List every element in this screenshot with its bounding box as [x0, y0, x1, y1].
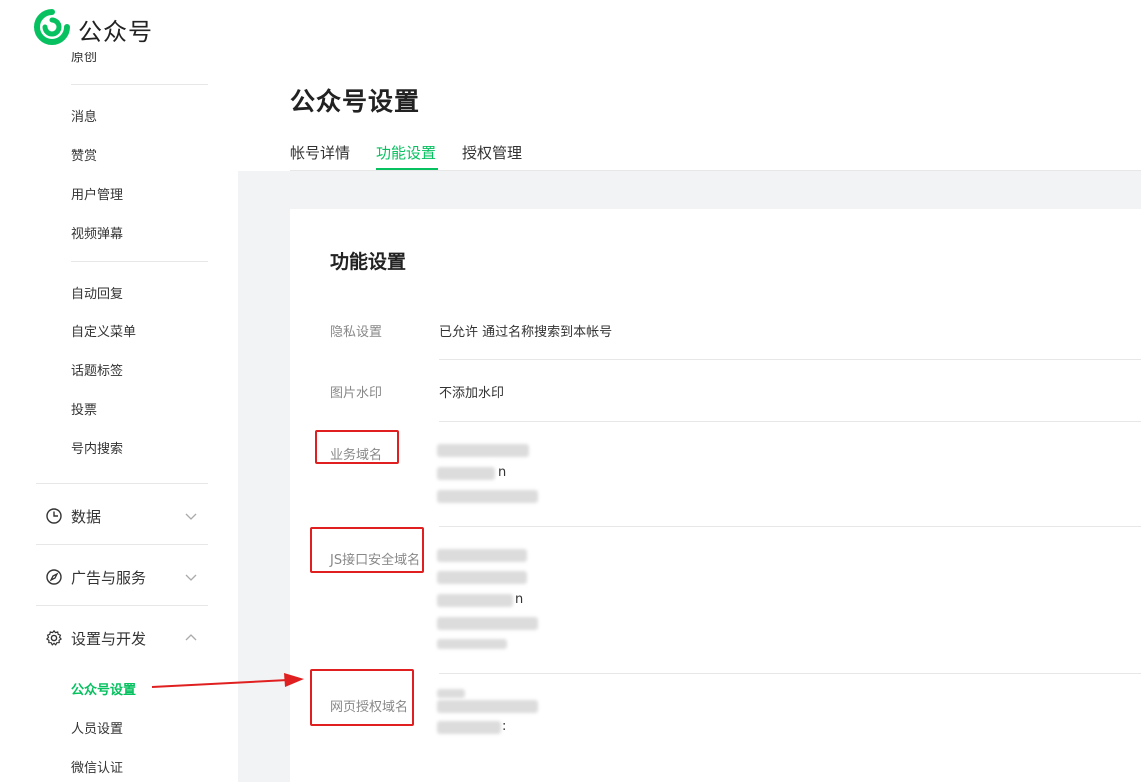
- sidebar-divider: [36, 544, 208, 545]
- sidebar-item-vote[interactable]: 投票: [71, 399, 97, 418]
- gear-icon: [45, 629, 63, 646]
- sidebar-item-original[interactable]: 原创: [71, 52, 97, 65]
- sidebar-item-in-account-search[interactable]: 号内搜索: [71, 438, 123, 457]
- redacted-domain: [437, 689, 465, 698]
- sidebar-divider: [36, 483, 208, 484]
- redacted-domain: [437, 700, 538, 713]
- tab-account-details[interactable]: 帐号详情: [290, 142, 350, 163]
- sidebar-item-staff-settings[interactable]: 人员设置: [71, 718, 123, 737]
- sidebar-group-label: 广告与服务: [71, 569, 147, 587]
- domain-fragment: :: [502, 719, 507, 734]
- row-divider: [439, 526, 1141, 527]
- feature-settings-panel: 功能设置 隐私设置 已允许 通过名称搜索到本帐号 图片水印 不添加水印 业务域名…: [290, 209, 1141, 782]
- domain-fragment: n: [515, 592, 524, 607]
- tab-authorization-management[interactable]: 授权管理: [462, 142, 522, 163]
- redacted-domain: [437, 594, 513, 607]
- redacted-domain: [437, 617, 538, 630]
- sidebar-divider: [71, 261, 208, 262]
- sidebar-group-label: 数据: [71, 508, 102, 526]
- sidebar-divider: [36, 605, 208, 606]
- privacy-settings-label: 隐私设置: [330, 325, 383, 340]
- sidebar-group-ads-services[interactable]: 广告与服务: [36, 562, 208, 592]
- privacy-settings-value: 已允许 通过名称搜索到本帐号: [439, 325, 613, 340]
- sidebar-item-messages[interactable]: 消息: [71, 106, 97, 125]
- sidebar-item-custom-menu[interactable]: 自定义菜单: [71, 321, 136, 340]
- content-gap: [238, 209, 290, 782]
- row-divider: [439, 673, 1141, 674]
- redacted-domain: [437, 549, 527, 562]
- sidebar-item-wechat-verification[interactable]: 微信认证: [71, 757, 123, 776]
- row-divider: [439, 421, 1141, 422]
- redacted-domain: [437, 639, 507, 649]
- highlight-box-js-domain: [310, 527, 424, 573]
- sidebar-item-topic-tags[interactable]: 话题标签: [71, 360, 123, 379]
- sidebar-item-user-management[interactable]: 用户管理: [71, 184, 123, 203]
- row-divider: [439, 359, 1141, 360]
- redacted-domain: [437, 444, 529, 457]
- redacted-domain: [437, 721, 501, 734]
- wechat-official-logo-icon[interactable]: [34, 9, 70, 45]
- domain-fragment: n: [498, 465, 507, 480]
- chevron-up-icon: [185, 634, 197, 641]
- redacted-domain: [437, 490, 538, 503]
- page-title: 公众号设置: [290, 87, 421, 116]
- sidebar-item-account-settings[interactable]: 公众号设置: [71, 679, 136, 698]
- chevron-down-icon: [185, 574, 197, 581]
- sidebar-item-video-danmaku[interactable]: 视频弹幕: [71, 223, 123, 242]
- chevron-down-icon: [185, 513, 197, 520]
- sidebar-group-settings-dev[interactable]: 设置与开发: [36, 623, 208, 653]
- sidebar-group-data[interactable]: 数据: [36, 501, 208, 531]
- tab-feature-settings[interactable]: 功能设置: [376, 142, 436, 163]
- panel-title: 功能设置: [330, 251, 407, 273]
- sidebar-item-appreciation[interactable]: 赞赏: [71, 145, 97, 164]
- redacted-domain: [437, 571, 527, 584]
- sidebar-item-auto-reply[interactable]: 自动回复: [71, 283, 123, 302]
- top-bar: 公众号: [0, 0, 1141, 52]
- content-gap: [238, 171, 1141, 209]
- clock-icon: [46, 508, 62, 524]
- annotation-arrow-icon: [151, 673, 304, 688]
- brand-name: 公众号: [78, 18, 153, 46]
- sidebar-divider: [71, 84, 208, 85]
- active-tab-indicator: [376, 168, 438, 170]
- sidebar-group-label: 设置与开发: [71, 630, 147, 648]
- highlight-box-business-domain: [315, 430, 399, 464]
- highlight-box-web-auth-domain: [310, 669, 414, 726]
- redacted-domain: [437, 467, 495, 480]
- image-watermark-value: 不添加水印: [439, 386, 505, 401]
- compass-icon: [46, 569, 62, 585]
- image-watermark-label: 图片水印: [330, 386, 383, 401]
